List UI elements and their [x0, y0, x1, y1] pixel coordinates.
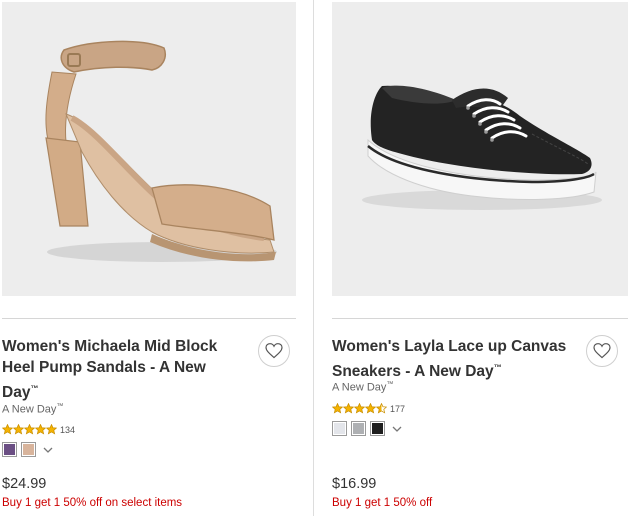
chevron-down-icon[interactable] — [42, 444, 54, 456]
color-swatch[interactable] — [332, 421, 347, 436]
product-image-sandal[interactable] — [2, 2, 296, 296]
rating[interactable]: 177 — [332, 403, 405, 414]
trademark-mark: ™ — [56, 403, 64, 410]
star-icon — [343, 403, 354, 414]
product-title[interactable]: Women's Michaela Mid Block Heel Pump San… — [2, 336, 242, 403]
card-divider — [313, 0, 314, 516]
color-swatches — [2, 442, 54, 457]
product-title-text[interactable]: Women's Layla Lace up Canvas Sneakers - … — [332, 338, 566, 380]
star-icon — [365, 403, 376, 414]
trademark-mark: ™ — [386, 381, 394, 388]
star-icon — [376, 403, 387, 414]
trademark-mark: ™ — [493, 363, 502, 372]
heart-outline-icon — [593, 343, 611, 359]
color-swatch[interactable] — [351, 421, 366, 436]
product-title[interactable]: Women's Layla Lace up Canvas Sneakers - … — [332, 336, 577, 382]
brand-label[interactable]: A New Day™ — [2, 403, 63, 416]
star-icon — [2, 424, 13, 435]
star-icon — [354, 403, 365, 414]
color-swatches — [332, 421, 403, 436]
star-rating — [332, 403, 387, 414]
chevron-down-icon[interactable] — [391, 423, 403, 435]
promo-text[interactable]: Buy 1 get 1 50% off — [332, 497, 432, 509]
product-image-sneaker[interactable] — [332, 2, 628, 296]
rating[interactable]: 134 — [2, 424, 75, 435]
trademark-mark: ™ — [30, 384, 39, 393]
star-rating — [2, 424, 57, 435]
review-count: 177 — [390, 403, 406, 414]
price: $16.99 — [332, 476, 377, 492]
star-icon — [24, 424, 35, 435]
star-icon — [13, 424, 24, 435]
brand-label[interactable]: A New Day™ — [332, 381, 393, 394]
star-icon — [332, 403, 343, 414]
product-card[interactable]: Women's Michaela Mid Block Heel Pump San… — [0, 0, 298, 516]
price: $24.99 — [2, 476, 47, 492]
brand-name[interactable]: A New Day — [332, 382, 386, 394]
divider — [332, 318, 628, 319]
review-count: 134 — [60, 424, 76, 435]
favorite-button[interactable] — [258, 335, 290, 367]
star-icon — [35, 424, 46, 435]
color-swatch[interactable] — [2, 442, 17, 457]
divider — [2, 318, 296, 319]
favorite-button[interactable] — [586, 335, 618, 367]
product-card[interactable]: Women's Layla Lace up Canvas Sneakers - … — [330, 0, 631, 516]
heart-outline-icon — [265, 343, 283, 359]
brand-name[interactable]: A New Day — [2, 404, 56, 416]
promo-text[interactable]: Buy 1 get 1 50% off on select items — [2, 497, 182, 509]
star-icon — [46, 424, 57, 435]
color-swatch[interactable] — [21, 442, 36, 457]
color-swatch[interactable] — [370, 421, 385, 436]
